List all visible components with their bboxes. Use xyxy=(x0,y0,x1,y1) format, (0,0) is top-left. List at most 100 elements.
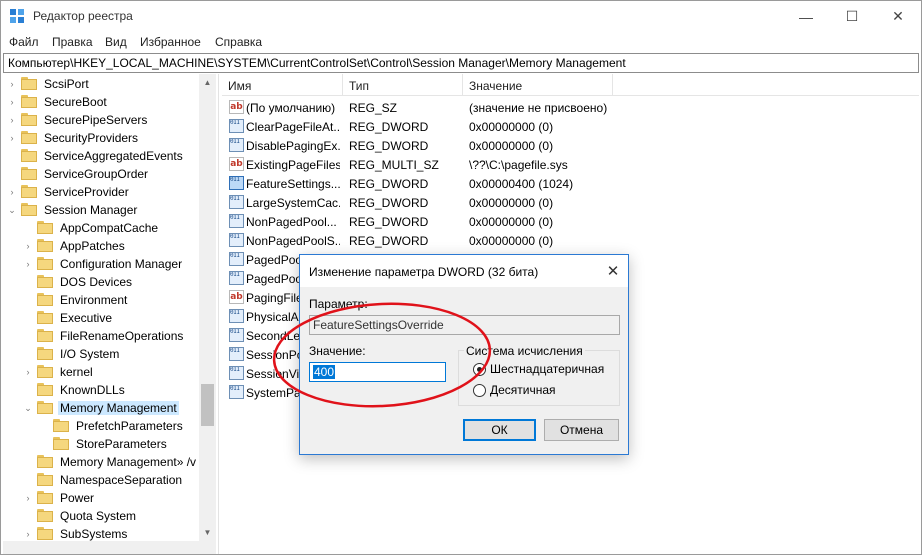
tree-key-label: Session Manager xyxy=(44,203,138,217)
folder-icon xyxy=(21,77,37,90)
tree-key-label: Configuration Manager xyxy=(60,257,183,271)
value-name: NonPagedPool... xyxy=(246,215,337,229)
radio-selected-icon[interactable] xyxy=(473,363,486,376)
tree-key-label: SecurePipeServers xyxy=(44,113,148,127)
value-name: (По умолчанию) xyxy=(246,101,336,115)
chevron-right-icon[interactable]: › xyxy=(7,78,17,90)
folder-icon xyxy=(37,239,53,252)
menu-view[interactable]: Вид xyxy=(105,35,127,49)
value-row[interactable]: 011 110 010NonPagedPoolS... REG_DWORD 0x00… xyxy=(222,231,919,250)
tree-key-label: Memory Management» /v xyxy=(60,455,197,469)
tree-horizontal-scrollbar[interactable] xyxy=(3,541,216,554)
tree-key-label: ServiceProvider xyxy=(44,185,129,199)
maximize-button[interactable]: ☐ xyxy=(829,1,875,32)
value-row[interactable]: 011 110 010LargeSystemCac... REG_DWORD 0x0… xyxy=(222,193,919,212)
minimize-button[interactable]: — xyxy=(783,1,829,32)
scroll-down-icon[interactable]: ▼ xyxy=(199,524,216,541)
value-value: 0x00000000 (0) xyxy=(469,120,554,134)
folder-icon xyxy=(37,509,53,522)
list-header: Имя Тип Значение xyxy=(222,74,919,96)
value-type: REG_DWORD xyxy=(349,196,429,210)
tree-key-label: ScsiPort xyxy=(44,77,89,91)
chevron-right-icon[interactable] xyxy=(39,438,49,450)
value-name: FeatureSettings... xyxy=(246,177,340,191)
chevron-right-icon[interactable] xyxy=(23,222,33,234)
chevron-right-icon[interactable]: › xyxy=(23,258,33,270)
value-row[interactable]: 011 110 010ClearPageFileAt... REG_DWORD 0x… xyxy=(222,117,919,136)
menu-help[interactable]: Справка xyxy=(215,35,262,49)
chevron-down-icon[interactable]: ⌄ xyxy=(23,402,33,414)
cancel-button[interactable]: Отмена xyxy=(544,419,619,441)
chevron-right-icon[interactable]: › xyxy=(7,96,17,108)
chevron-right-icon[interactable]: › xyxy=(23,492,33,504)
binary-value-icon: 011 110 010 xyxy=(229,252,244,266)
menu-edit[interactable]: Правка xyxy=(52,35,93,49)
value-row[interactable]: ab (По умолчанию) REG_SZ (значение не присв… xyxy=(222,98,919,117)
column-value-header[interactable]: Значение xyxy=(463,74,613,96)
value-value: 0x00000400 (1024) xyxy=(469,177,574,191)
chevron-right-icon[interactable] xyxy=(23,330,33,342)
chevron-right-icon[interactable]: › xyxy=(23,366,33,378)
tree-key-label: Quota System xyxy=(60,509,137,523)
chevron-right-icon[interactable]: › xyxy=(7,114,17,126)
binary-value-icon: 011 110 010 xyxy=(229,328,244,342)
chevron-right-icon[interactable] xyxy=(23,510,33,522)
tree-key-label: Executive xyxy=(60,311,113,325)
value-type: REG_MULTI_SZ xyxy=(349,158,439,172)
chevron-right-icon[interactable]: › xyxy=(7,132,17,144)
tree-key-label: FileRenameOperations xyxy=(60,329,184,343)
column-name-header[interactable]: Имя xyxy=(222,74,343,96)
scroll-up-icon[interactable]: ▲ xyxy=(199,74,216,91)
dialog-title-bar[interactable]: Изменение параметра DWORD (32 бита) ✕ xyxy=(300,255,628,287)
chevron-right-icon[interactable] xyxy=(7,168,17,180)
value-name: LargeSystemCac... xyxy=(246,196,340,210)
chevron-right-icon[interactable] xyxy=(23,474,33,486)
dialog-close-icon[interactable]: ✕ xyxy=(598,255,628,287)
title-bar[interactable]: Редактор реестра — ☐ ✕ xyxy=(1,1,921,32)
menu-file[interactable]: Файл xyxy=(9,35,39,49)
chevron-right-icon[interactable] xyxy=(23,294,33,306)
value-row[interactable]: 011 110 010DisablePagingEx... REG_DWORD 0x… xyxy=(222,136,919,155)
value-data-input[interactable]: 400 xyxy=(309,362,446,382)
chevron-right-icon[interactable] xyxy=(39,420,49,432)
close-button[interactable]: ✕ xyxy=(875,1,921,32)
chevron-right-icon[interactable]: › xyxy=(23,240,33,252)
column-type-header[interactable]: Тип xyxy=(343,74,463,96)
folder-icon xyxy=(37,365,53,378)
tree-key-label: ServiceAggregatedEvents xyxy=(44,149,183,163)
menu-bar: Файл Правка Вид Избранное Справка xyxy=(1,32,921,52)
chevron-right-icon[interactable]: › xyxy=(7,186,17,198)
tree-key-label: Memory Management xyxy=(58,401,179,415)
menu-favorites[interactable]: Избранное xyxy=(140,35,201,49)
folder-icon xyxy=(37,473,53,486)
scroll-thumb[interactable] xyxy=(201,384,214,426)
value-row[interactable]: ab ExistingPageFiles REG_MULTI_SZ \??\C:\pa… xyxy=(222,155,919,174)
value-row[interactable]: 011 110 010NonPagedPool... REG_DWORD 0x000… xyxy=(222,212,919,231)
binary-value-icon: 011 110 010 xyxy=(229,271,244,285)
value-value: (значение не присвоено) xyxy=(469,101,608,115)
value-type: REG_DWORD xyxy=(349,120,429,134)
tree-key-label: SecurityProviders xyxy=(44,131,139,145)
folder-icon xyxy=(21,113,37,126)
chevron-right-icon[interactable] xyxy=(23,456,33,468)
chevron-right-icon[interactable] xyxy=(23,276,33,288)
ok-button[interactable]: ОК xyxy=(463,419,536,441)
binary-value-icon: 011 110 010 xyxy=(229,176,244,190)
binary-value-icon: 011 110 010 xyxy=(229,195,244,209)
folder-icon xyxy=(37,401,53,414)
chevron-right-icon[interactable] xyxy=(7,150,17,162)
radio-unselected-icon[interactable] xyxy=(473,384,486,397)
address-bar[interactable]: Компьютер\HKEY_LOCAL_MACHINE\SYSTEM\Curr… xyxy=(3,53,919,73)
chevron-down-icon[interactable]: ⌄ xyxy=(7,204,17,216)
tree-key-label: DOS Devices xyxy=(60,275,133,289)
folder-icon xyxy=(37,329,53,342)
tree-vertical-scrollbar[interactable]: ▲ ▼ xyxy=(199,74,216,541)
value-row[interactable]: 011 110 010FeatureSettings... REG_DWORD 0x… xyxy=(222,174,919,193)
binary-value-icon: 011 110 010 xyxy=(229,347,244,361)
chevron-right-icon[interactable] xyxy=(23,348,33,360)
chevron-right-icon[interactable]: › xyxy=(23,528,33,540)
chevron-right-icon[interactable] xyxy=(23,312,33,324)
address-path: Компьютер\HKEY_LOCAL_MACHINE\SYSTEM\Curr… xyxy=(8,56,626,70)
chevron-right-icon[interactable] xyxy=(23,384,33,396)
binary-value-icon: 011 110 010 xyxy=(229,119,244,133)
